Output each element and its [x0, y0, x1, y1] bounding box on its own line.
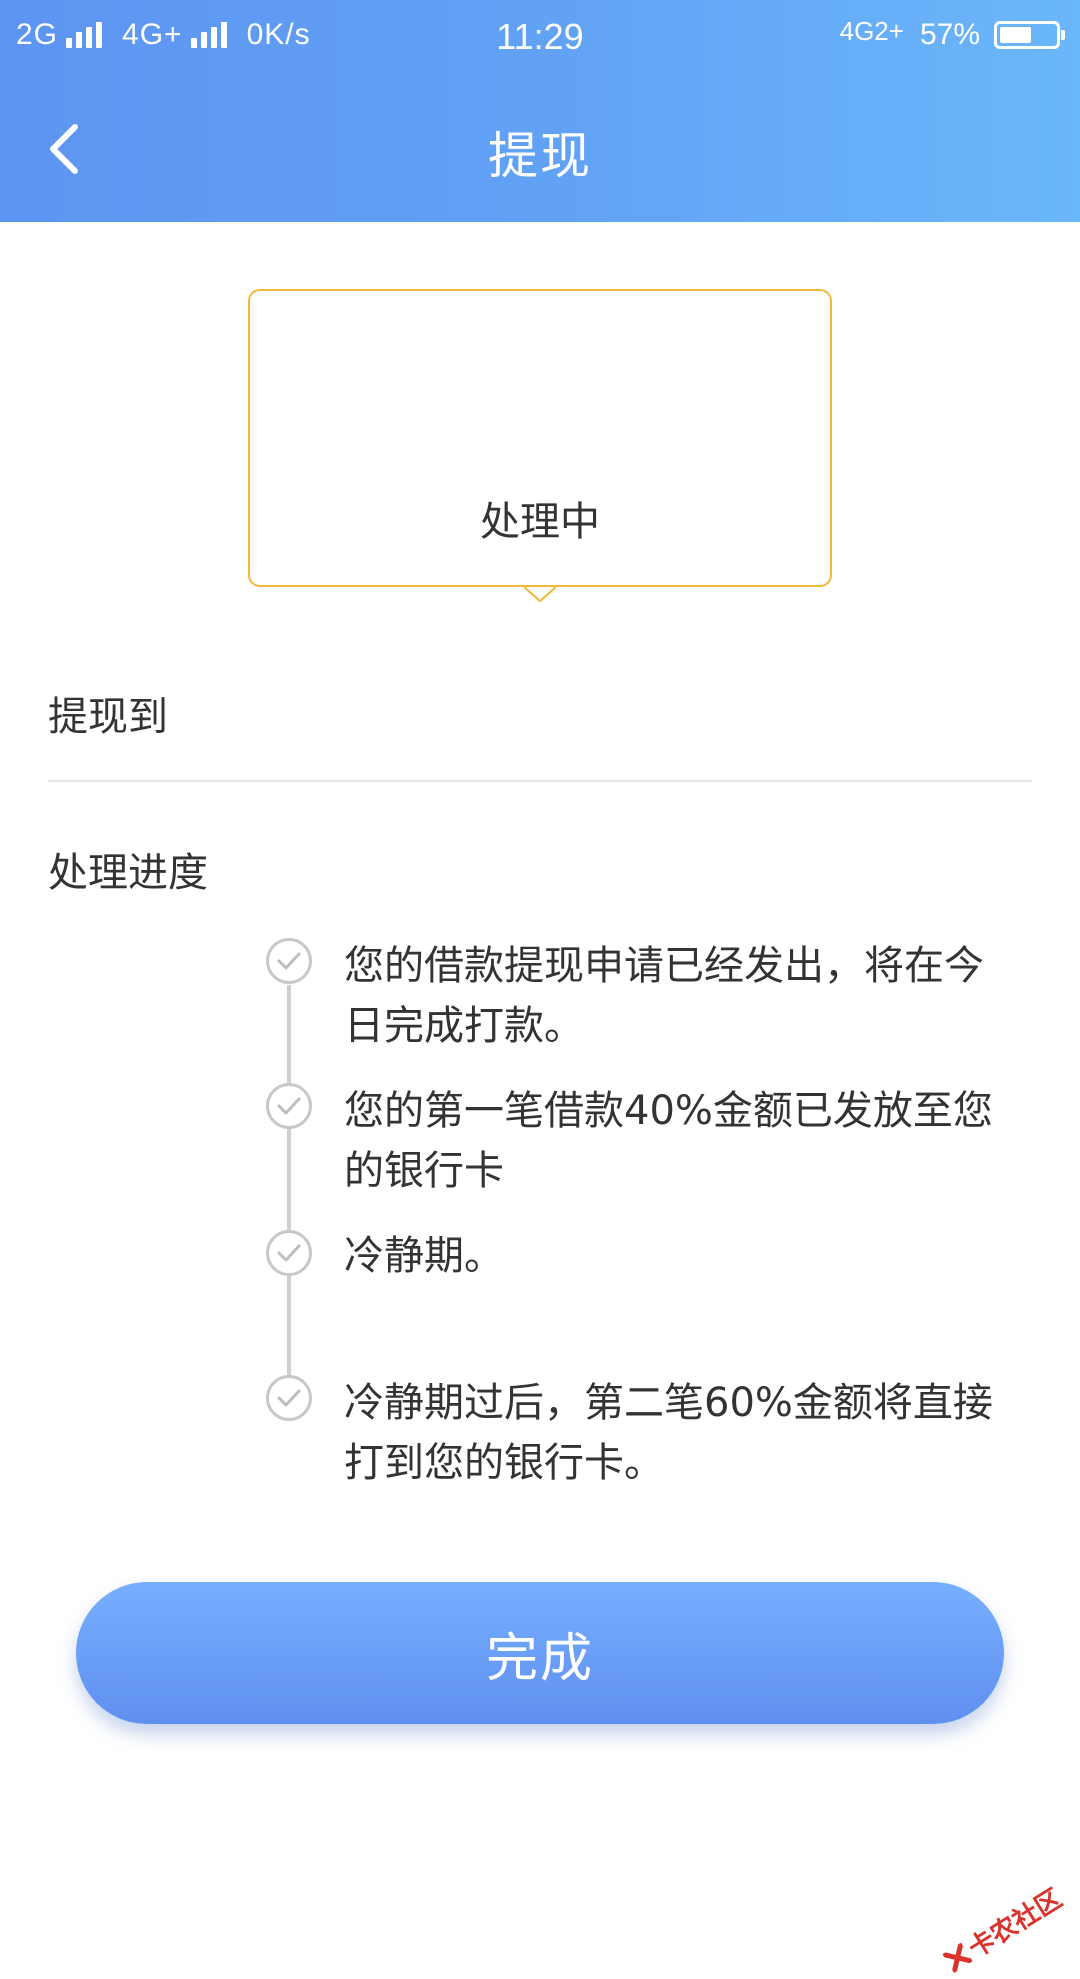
timeline-line — [287, 985, 291, 1385]
done-button[interactable]: 完成 — [76, 1582, 1004, 1724]
battery-percent: 57% — [919, 18, 980, 51]
check-circle-icon — [266, 1230, 312, 1276]
withdraw-to-label: 提现到 — [48, 694, 168, 740]
battery-level — [1000, 27, 1031, 43]
check-circle-icon — [266, 938, 312, 984]
network-type-right: 4G2+ — [839, 15, 904, 46]
progress-label: 处理进度 — [48, 850, 208, 896]
status-bar: 2G 4G+ 0K/s 11:29 4G2+ 57% — [0, 0, 1080, 76]
watermark: 卡农社区 — [938, 1879, 1068, 1979]
processing-status-text: 处理中 — [480, 499, 600, 545]
check-circle-icon — [266, 1083, 312, 1129]
nav-bar: 提现 — [0, 76, 1080, 222]
divider — [48, 780, 1032, 782]
status-bar-right: 4G2+ 57% — [839, 15, 1065, 52]
app-header: 2G 4G+ 0K/s 11:29 4G2+ 57% 提现 — [0, 0, 1080, 222]
check-circle-icon — [266, 1375, 312, 1421]
battery-icon — [994, 21, 1065, 49]
page-title: 提现 — [488, 127, 592, 185]
timeline-step-text: 您的第一笔借款40%金额已发放至您的银行卡 — [344, 1088, 993, 1194]
timeline-step-text: 冷静期过后，第二笔60%金额将直接打到您的银行卡。 — [344, 1380, 993, 1486]
watermark-text: 卡农社区 — [963, 1883, 1068, 1965]
card-pointer-icon — [524, 587, 556, 603]
timeline-step-text: 冷静期。 — [344, 1233, 504, 1279]
status-card: 处理中 — [248, 289, 832, 587]
timeline-step-text: 您的借款提现申请已经发出，将在今日完成打款。 — [344, 943, 984, 1049]
